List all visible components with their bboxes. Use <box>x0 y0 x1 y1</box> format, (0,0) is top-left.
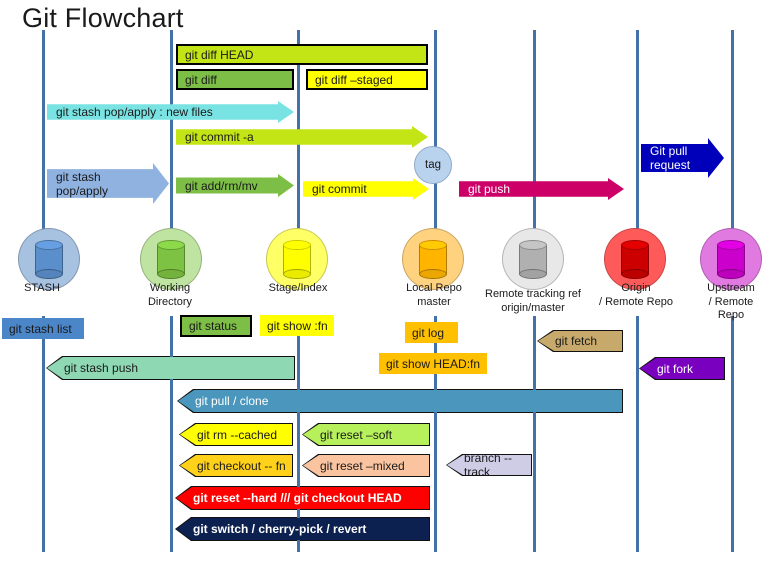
database-cylinder-icon <box>717 240 745 279</box>
node-label-working-directory: Working Directory <box>147 282 192 308</box>
shape-label: git push <box>468 182 511 196</box>
shape-label: git add/rm/mv <box>185 178 258 193</box>
git-stash-pop-apply-arrow[interactable]: git stash pop/apply <box>47 163 169 204</box>
lane-line-upstream-lane <box>731 30 734 230</box>
git-rm-cached-arrow[interactable]: git rm --cached <box>180 424 292 445</box>
lane-line-origin-lane <box>636 30 639 230</box>
lane-line-lower-upstream-lane <box>731 316 734 552</box>
database-cylinder-icon <box>157 240 185 279</box>
shape-label: git commit -a <box>185 130 254 144</box>
git-stash-list-box[interactable]: git stash list <box>2 318 84 339</box>
git-show-head-fn-box[interactable]: git show HEAD:fn <box>379 353 487 374</box>
shape-label: Git pull request <box>650 144 691 172</box>
node-label-origin-remote-repo: Origin / Remote Repo <box>599 282 673 308</box>
shape-label: git stash push <box>64 361 139 375</box>
git-show-fn-box[interactable]: git show :fn <box>260 315 334 336</box>
git-pull-clone-arrow[interactable]: git pull / clone <box>178 390 622 412</box>
shape-label: git diff HEAD <box>185 47 254 62</box>
shape-label: git status <box>189 319 238 333</box>
lane-line-stash-lane <box>42 30 45 230</box>
node-label-stage-index: Stage/Index <box>268 282 328 294</box>
shape-label: git checkout -- fn <box>197 458 286 473</box>
node-label-upstream-remote-repo: Upstream / Remote Repo <box>707 282 755 321</box>
shape-label: git reset --hard /// git checkout HEAD <box>193 491 402 505</box>
lane-line-lower-origin-lane <box>636 316 639 552</box>
node-label-stash: STASH <box>24 282 60 294</box>
git-commit-arrow[interactable]: git commit <box>303 178 429 200</box>
git-log-box[interactable]: git log <box>405 322 458 343</box>
git-reset-hard-arrow[interactable]: git reset --hard /// git checkout HEAD <box>176 487 429 509</box>
shape-label: git diff –staged <box>315 72 393 87</box>
git-add-rm-mv-arrow[interactable]: git add/rm/mv <box>176 174 294 197</box>
git-pull-request-arrow[interactable]: Git pull request <box>641 138 724 178</box>
git-reset-mixed-arrow[interactable]: git reset –mixed <box>303 455 429 476</box>
lane-line-local-repo-lane <box>434 30 437 230</box>
shape-label: git commit <box>312 182 367 196</box>
database-cylinder-icon <box>419 240 447 279</box>
git-fetch-arrow[interactable]: git fetch <box>538 331 622 351</box>
git-diff-staged-box[interactable]: git diff –staged <box>306 69 428 90</box>
git-diff-box[interactable]: git diff <box>176 69 294 90</box>
git-fork-arrow[interactable]: git fork <box>640 358 724 379</box>
lane-line-lower-working-directory-lane <box>170 316 173 552</box>
database-cylinder-icon <box>283 240 311 279</box>
shape-label: git fetch <box>555 334 598 348</box>
page-title: Git Flowchart <box>22 3 184 33</box>
branch-track-arrow[interactable]: branch --track <box>447 455 531 475</box>
shape-label: git fork <box>657 361 694 376</box>
node-remote-tracking-ref[interactable] <box>502 228 566 292</box>
database-cylinder-icon <box>621 240 649 279</box>
git-push-arrow[interactable]: git push <box>459 178 624 200</box>
shape-label: git log <box>412 325 445 340</box>
database-cylinder-icon <box>35 240 63 279</box>
shape-label: git reset –soft <box>320 427 393 442</box>
lane-line-lower-remote-tracking-lane <box>533 316 536 552</box>
lane-line-remote-tracking-lane <box>533 30 536 230</box>
shape-label: branch --track <box>464 451 513 479</box>
shape-label: git rm --cached <box>197 427 278 442</box>
shape-label: git pull / clone <box>195 394 269 408</box>
git-flowchart-canvas: Git Flowchart STASH Working Directory Stag… <box>0 0 765 569</box>
git-status-box[interactable]: git status <box>180 315 252 337</box>
shape-label: git diff <box>185 72 217 87</box>
git-reset-soft-arrow[interactable]: git reset –soft <box>303 424 429 445</box>
lane-line-working-directory-lane <box>170 30 173 230</box>
git-switch-cherry-pick-revert-arrow[interactable]: git switch / cherry-pick / revert <box>176 518 429 540</box>
tag-label: tag <box>425 159 441 171</box>
shape-label: git switch / cherry-pick / revert <box>193 522 367 536</box>
git-diff-head-box[interactable]: git diff HEAD <box>176 44 428 65</box>
shape-label: git stash pop/apply : new files <box>56 105 213 119</box>
shape-label: git stash pop/apply <box>56 169 109 198</box>
lane-line-lower-stage-index-lane <box>297 316 300 552</box>
git-checkout-fn-arrow[interactable]: git checkout -- fn <box>180 455 292 476</box>
shape-label: git show :fn <box>267 318 328 333</box>
lane-line-lower-stash-lane <box>42 316 45 552</box>
git-stash-pop-apply-newfiles-arrow[interactable]: git stash pop/apply : new files <box>47 101 294 123</box>
tag-badge[interactable]: tag <box>414 146 452 184</box>
database-cylinder-icon <box>519 240 547 279</box>
shape-label: git show HEAD:fn <box>386 356 481 371</box>
git-stash-push-arrow[interactable]: git stash push <box>47 357 294 379</box>
shape-label: git reset –mixed <box>320 458 405 473</box>
lane-line-lower-local-repo-lane <box>434 316 437 552</box>
git-commit-a-arrow[interactable]: git commit -a <box>176 126 428 148</box>
shape-label: git stash list <box>9 321 72 336</box>
